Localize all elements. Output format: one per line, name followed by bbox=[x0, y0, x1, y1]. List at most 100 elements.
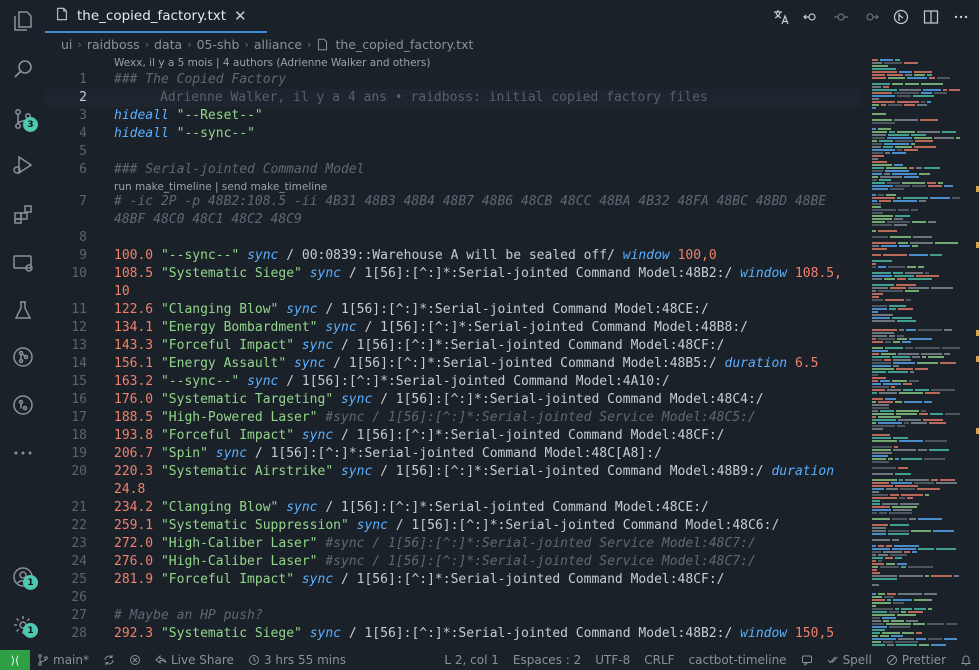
code-line[interactable]: 7 # -ic 2P -p 48B2:108.5 -ii 4B31 48B3 48… bbox=[45, 193, 860, 211]
breadcrumb-file[interactable]: the_copied_factory.txt bbox=[316, 37, 473, 52]
code-line[interactable]: 10 bbox=[45, 283, 860, 301]
source-control-icon[interactable]: 3 bbox=[0, 98, 45, 140]
code-line[interactable]: 24 276.0 "High-Caliber Laser" #sync / 1[5… bbox=[45, 553, 860, 571]
language-mode[interactable]: cactbot-timeline bbox=[682, 653, 794, 667]
close-icon[interactable]: ✕ bbox=[234, 7, 247, 25]
code-line[interactable]: 14 156.1 "Energy Assault" sync / 1[56]:[^… bbox=[45, 355, 860, 373]
code-token: "--sync--" bbox=[176, 126, 255, 141]
extensions-icon[interactable] bbox=[0, 194, 45, 236]
remote-indicator[interactable]: ⟩⟨ bbox=[0, 650, 30, 670]
minimap-line bbox=[872, 308, 887, 310]
code-line[interactable]: 20 220.3 "Systematic Airstrike" sync / 1[… bbox=[45, 463, 860, 481]
minimap[interactable] bbox=[868, 55, 964, 650]
breadcrumb-item[interactable]: raidboss bbox=[87, 37, 140, 52]
code-line[interactable]: 15 163.2 "--sync--" sync / 1[56]:[^:]*:Se… bbox=[45, 373, 860, 391]
more-icon[interactable] bbox=[0, 432, 45, 474]
timeline-icon[interactable] bbox=[891, 7, 911, 27]
code-line[interactable]: 11 122.6 "Clanging Blow" sync / 1[56]:[^:… bbox=[45, 301, 860, 319]
testing-icon[interactable] bbox=[0, 290, 45, 332]
feedback-icon[interactable] bbox=[794, 654, 820, 666]
code-line[interactable]: 1 ### The Copied Factory bbox=[45, 71, 860, 89]
code-line[interactable]: 27 # Maybe an HP push? bbox=[45, 607, 860, 625]
code-line[interactable]: 5 bbox=[45, 143, 860, 161]
vertical-scrollbar[interactable] bbox=[968, 55, 979, 650]
go-back-icon[interactable] bbox=[801, 7, 821, 27]
spell-check[interactable]: Spell bbox=[820, 653, 879, 667]
breadcrumb-item[interactable]: data bbox=[154, 37, 182, 52]
code-line[interactable]: 26 bbox=[45, 589, 860, 607]
branch-status[interactable]: main* bbox=[30, 653, 96, 667]
minimap-line bbox=[879, 512, 887, 514]
translate-icon[interactable] bbox=[771, 7, 791, 27]
line-number: 8 bbox=[79, 230, 87, 245]
code-line[interactable]: 18 193.8 "Forceful Impact" sync / 1[56]:[… bbox=[45, 427, 860, 445]
code-line[interactable]: 22 259.1 "Systematic Suppression" sync / … bbox=[45, 517, 860, 535]
code-line[interactable]: 48BF 48C0 48C1 48C2 48C9 bbox=[45, 211, 860, 229]
code-line[interactable]: 24.8 bbox=[45, 481, 860, 499]
go-forward-icon[interactable] bbox=[861, 7, 881, 27]
code-line[interactable]: 12 134.1 "Energy Bombardment" sync / 1[56… bbox=[45, 319, 860, 337]
code-line[interactable]: 6 ### Serial-jointed Command Model bbox=[45, 161, 860, 179]
minimap-line bbox=[894, 446, 898, 448]
end-of-line[interactable]: CRLF bbox=[637, 653, 681, 667]
codelens-timeline[interactable]: run make_timeline | send make_timeline bbox=[114, 180, 327, 194]
code-line[interactable]: 21 234.2 "Clanging Blow" sync / 1[56]:[^:… bbox=[45, 499, 860, 517]
minimap-line bbox=[872, 293, 883, 295]
code-line[interactable]: 2 Adrienne Walker, il y a 4 ans • raidbos… bbox=[45, 89, 860, 107]
minimap-line bbox=[946, 623, 957, 625]
code-line[interactable]: 17 188.5 "High-Powered Laser" #sync / 1[5… bbox=[45, 409, 860, 427]
code-token: 193.8 bbox=[114, 428, 154, 443]
minimap-line bbox=[911, 530, 931, 532]
minimap-line bbox=[872, 557, 883, 559]
code-line[interactable]: 3 hideall "--Reset--" bbox=[45, 107, 860, 125]
commit-icon[interactable] bbox=[831, 7, 851, 27]
settings-gear-icon[interactable]: 1 bbox=[0, 604, 45, 646]
code-line[interactable]: 13 143.3 "Forceful Impact" sync / 1[56]:[… bbox=[45, 337, 860, 355]
cursor-position[interactable]: L 2, col 1 bbox=[437, 653, 506, 667]
code-line[interactable]: 19 206.7 "Spin" sync / 1[56]:[^:]*:Serial… bbox=[45, 445, 860, 463]
breadcrumb-item[interactable]: 05-shb bbox=[197, 37, 240, 52]
minimap-line bbox=[872, 467, 896, 469]
more-actions-icon[interactable] bbox=[951, 7, 971, 27]
breadcrumb-item[interactable]: ui bbox=[61, 37, 72, 52]
explorer-icon[interactable] bbox=[0, 0, 45, 42]
line-content: 276.0 "High-Caliber Laser" #sync / 1[56]… bbox=[114, 553, 756, 571]
git-graph-icon[interactable] bbox=[0, 336, 45, 378]
codelens-authors[interactable]: Wexx, il y a 5 mois | 4 authors (Adrienn… bbox=[114, 56, 430, 70]
minimap-line bbox=[872, 203, 881, 205]
status-bar: ⟩⟨ main* Live Share 3 hrs 55 mins L 2, c… bbox=[0, 650, 979, 670]
editor-tab[interactable]: the_copied_factory.txt ✕ bbox=[45, 0, 267, 33]
minimap-line bbox=[895, 473, 911, 475]
sync-status[interactable] bbox=[96, 654, 122, 666]
accounts-icon[interactable]: 1 bbox=[0, 556, 45, 598]
indentation[interactable]: Espaces : 2 bbox=[506, 653, 588, 667]
notifications-bell-icon[interactable] bbox=[953, 654, 979, 666]
split-editor-icon[interactable] bbox=[921, 7, 941, 27]
minimap-line bbox=[899, 575, 923, 577]
code-line[interactable]: 4 hideall "--sync--" bbox=[45, 125, 860, 143]
problems-status[interactable] bbox=[122, 654, 148, 666]
encoding[interactable]: UTF-8 bbox=[588, 653, 637, 667]
code-line[interactable]: 25 281.9 "Forceful Impact" sync / 1[56]:[… bbox=[45, 571, 860, 589]
live-share-button[interactable]: Live Share bbox=[148, 653, 241, 667]
code-line[interactable]: 28 292.3 "Systematic Siege" sync / 1[56]:… bbox=[45, 625, 860, 643]
code-line[interactable]: 10 108.5 "Systematic Siege" sync / 1[56]:… bbox=[45, 265, 860, 283]
code-line[interactable]: 8 bbox=[45, 229, 860, 247]
minimap-line bbox=[949, 89, 960, 91]
code-token: / 1[56]:[^:]*:Serial-jointed Command Mod… bbox=[278, 374, 670, 389]
time-tracker[interactable]: 3 hrs 55 mins bbox=[241, 653, 353, 667]
minimap-line bbox=[872, 551, 881, 553]
github-pr-icon[interactable] bbox=[0, 384, 45, 426]
breadcrumb-item[interactable]: alliance bbox=[254, 37, 302, 52]
prettier-status[interactable]: Prettier bbox=[879, 653, 953, 667]
search-icon[interactable] bbox=[0, 48, 45, 90]
code-line[interactable]: 23 272.0 "High-Caliber Laser" #sync / 1[5… bbox=[45, 535, 860, 553]
code-line[interactable]: 9 100.0 "--sync--" sync / 00:0839::Wareho… bbox=[45, 247, 860, 265]
minimap-line bbox=[878, 422, 902, 424]
remote-explorer-icon[interactable] bbox=[0, 242, 45, 284]
code-line[interactable]: 16 176.0 "Systematic Targeting" sync / 1[… bbox=[45, 391, 860, 409]
run-debug-icon[interactable] bbox=[0, 144, 45, 186]
minimap-line bbox=[878, 560, 882, 562]
code-editor[interactable]: Wexx, il y a 5 mois | 4 authors (Adrienn… bbox=[45, 55, 860, 650]
code-token: "Systematic Targeting" bbox=[160, 392, 334, 407]
